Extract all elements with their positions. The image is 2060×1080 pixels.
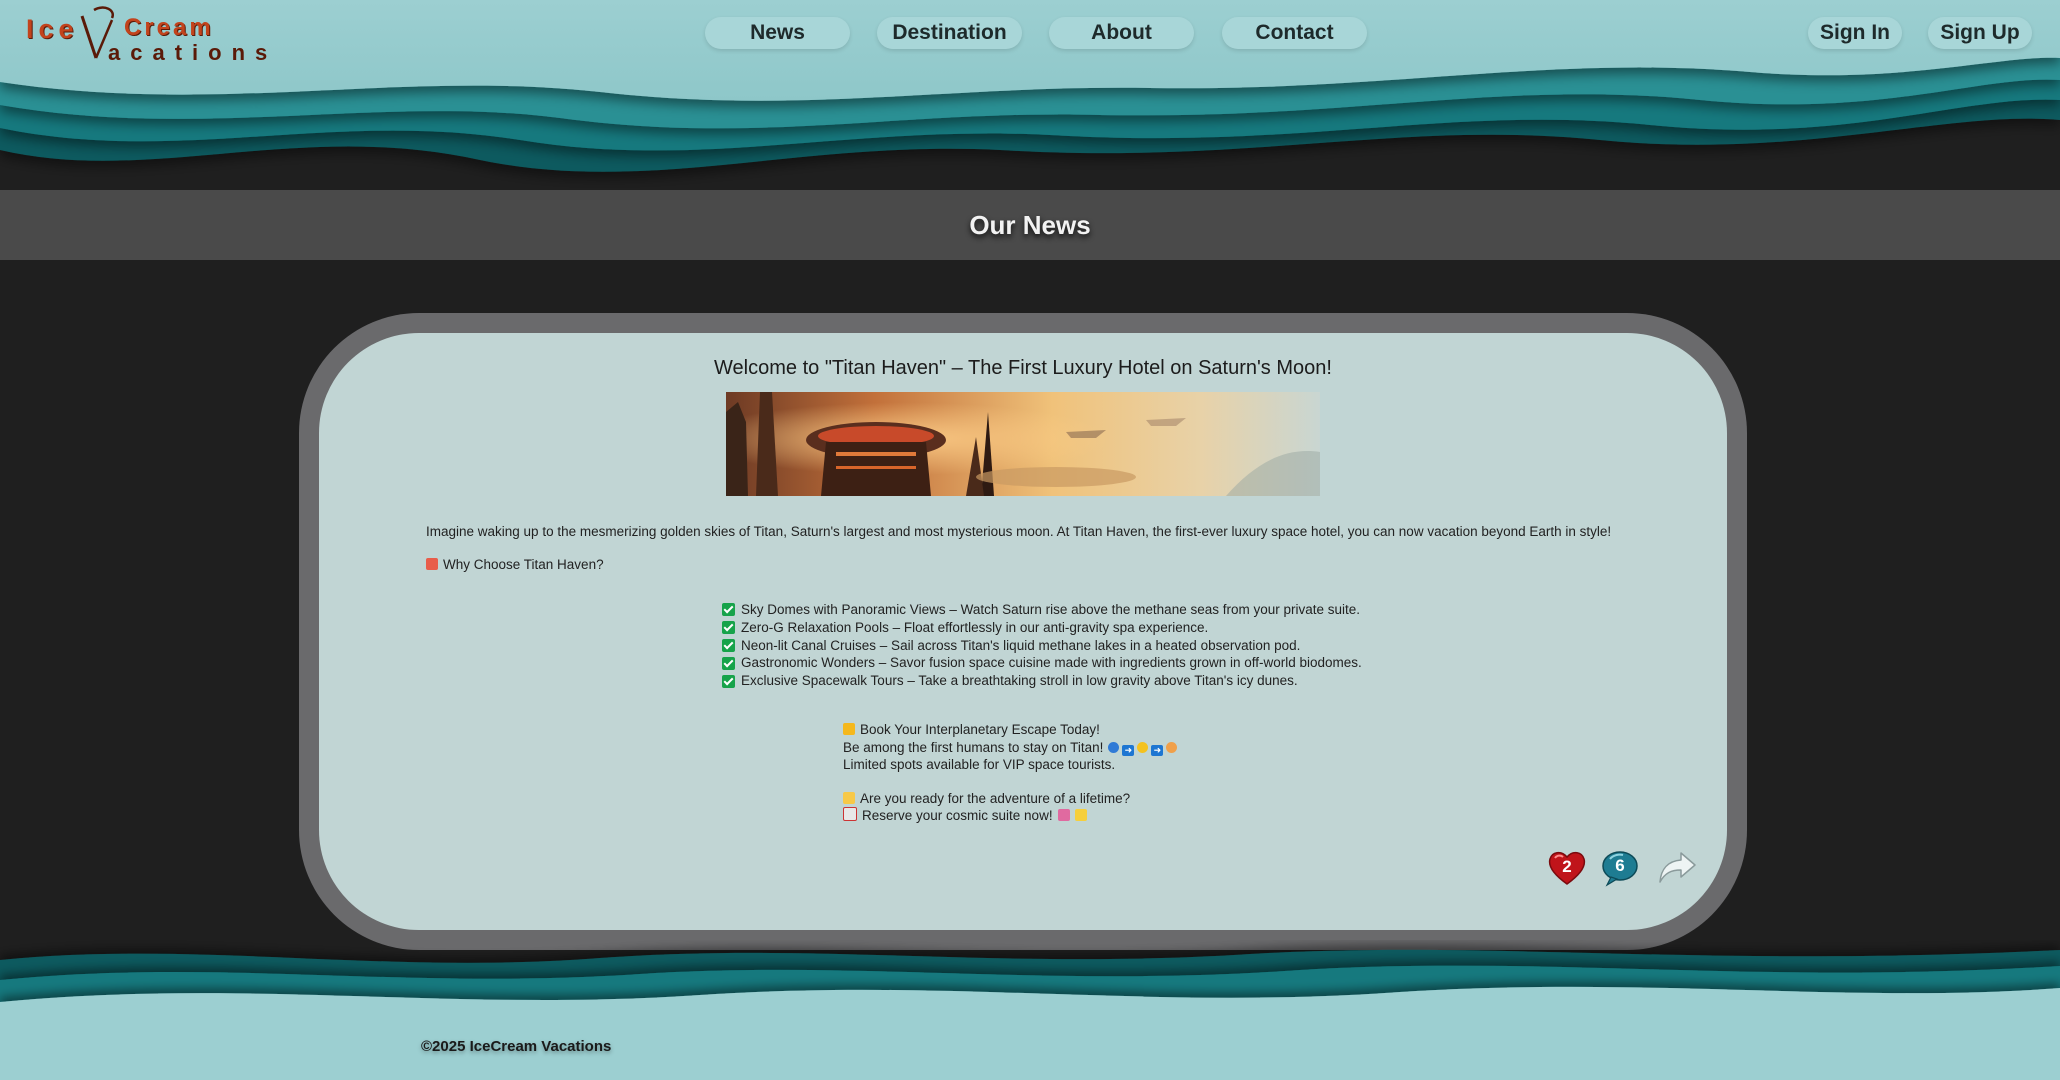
list-item: Gastronomic Wonders – Savor fusion space… (722, 654, 1362, 672)
cta-limited: Limited spots available for VIP space to… (843, 757, 1116, 772)
nav-destination[interactable]: Destination (877, 17, 1022, 49)
feature-text: Zero-G Relaxation Pools – Float effortle… (741, 619, 1209, 635)
header-waves (0, 0, 2060, 190)
sparkle-icon (843, 723, 855, 735)
page-title-bar: Our News (0, 190, 2060, 260)
site-footer: ©2025 IceCream Vacations (0, 940, 2060, 1080)
share-icon (1659, 852, 1696, 883)
footer-waves (0, 949, 2060, 1080)
nav-about[interactable]: About (1049, 17, 1194, 49)
feature-text: Sky Domes with Panoramic Views – Watch S… (741, 602, 1361, 617)
titan-hotel-illustration (726, 392, 1320, 496)
post-intro: Imagine waking up to the mesmerizing gol… (426, 524, 1612, 539)
site-header: Ice Cream acations News Destination Abou… (0, 0, 2060, 190)
like-button[interactable]: 2 (1547, 849, 1587, 887)
sparkle-icon (1074, 809, 1087, 821)
list-item: Zero-G Relaxation Pools – Float effortle… (722, 619, 1362, 637)
share-button[interactable] (1657, 849, 1697, 885)
earth-icon (1108, 741, 1120, 753)
sign-up-button[interactable]: Sign Up (1928, 17, 2032, 49)
list-item: Sky Domes with Panoramic Views – Watch S… (722, 601, 1362, 619)
arrow-right-icon: ➜ (1122, 744, 1135, 756)
logo-text-ice: Ice (26, 14, 79, 44)
post-hero-image (726, 392, 1320, 496)
check-icon (722, 656, 735, 670)
like-count: 2 (1562, 857, 1572, 876)
news-card-frame: Welcome to "Titan Haven" – The First Lux… (299, 313, 1747, 950)
comment-button[interactable]: 6 (1601, 849, 1639, 887)
page-title: Our News (969, 210, 1091, 240)
feature-text: Neon-lit Canal Cruises – Sail across Tit… (741, 637, 1301, 653)
cta-reserve: Reserve your cosmic suite now! (862, 808, 1053, 823)
brand-logo[interactable]: Ice Cream acations (26, 6, 267, 65)
post-title: Welcome to "Titan Haven" – The First Lux… (714, 357, 1332, 379)
cta-first: Be among the first humans to stay on Tit… (843, 739, 1104, 755)
sign-in-button[interactable]: Sign In (1808, 17, 1902, 49)
planet-icon (1166, 741, 1178, 753)
feature-list: Sky Domes with Panoramic Views – Watch S… (722, 601, 1362, 690)
check-icon (722, 674, 735, 688)
check-icon (722, 638, 735, 652)
list-item: Neon-lit Canal Cruises – Sail across Tit… (722, 637, 1362, 655)
check-icon (722, 621, 735, 635)
nav-contact[interactable]: Contact (1222, 17, 1367, 49)
calendar-icon (843, 807, 857, 821)
arrow-right-icon: ➜ (1151, 744, 1164, 756)
feature-text: Exclusive Spacewalk Tours – Take a breat… (741, 673, 1298, 689)
call-to-action: Book Your Interplanetary Escape Today! B… (843, 721, 1178, 825)
sun-icon (1137, 741, 1149, 753)
hotel-icon (426, 558, 438, 570)
cta-ready: Are you ready for the adventure of a lif… (860, 790, 1131, 806)
nav-news[interactable]: News (705, 17, 850, 49)
check-icon (722, 603, 735, 617)
cta-book: Book Your Interplanetary Escape Today! (860, 722, 1100, 737)
why-text: Why Choose Titan Haven? (443, 557, 604, 572)
feature-text: Gastronomic Wonders – Savor fusion space… (741, 655, 1362, 671)
why-heading: Why Choose Titan Haven? (426, 557, 604, 572)
rocket-icon (1057, 809, 1070, 821)
logo-text-cream: Cream (124, 14, 214, 41)
comment-count: 6 (1615, 856, 1625, 875)
star-icon (843, 791, 855, 804)
copyright-text: ©2025 IceCream Vacations (421, 1038, 612, 1055)
list-item: Exclusive Spacewalk Tours – Take a breat… (722, 672, 1362, 690)
logo-text-vacations: acations (108, 40, 278, 65)
news-card: Welcome to "Titan Haven" – The First Lux… (319, 333, 1727, 930)
